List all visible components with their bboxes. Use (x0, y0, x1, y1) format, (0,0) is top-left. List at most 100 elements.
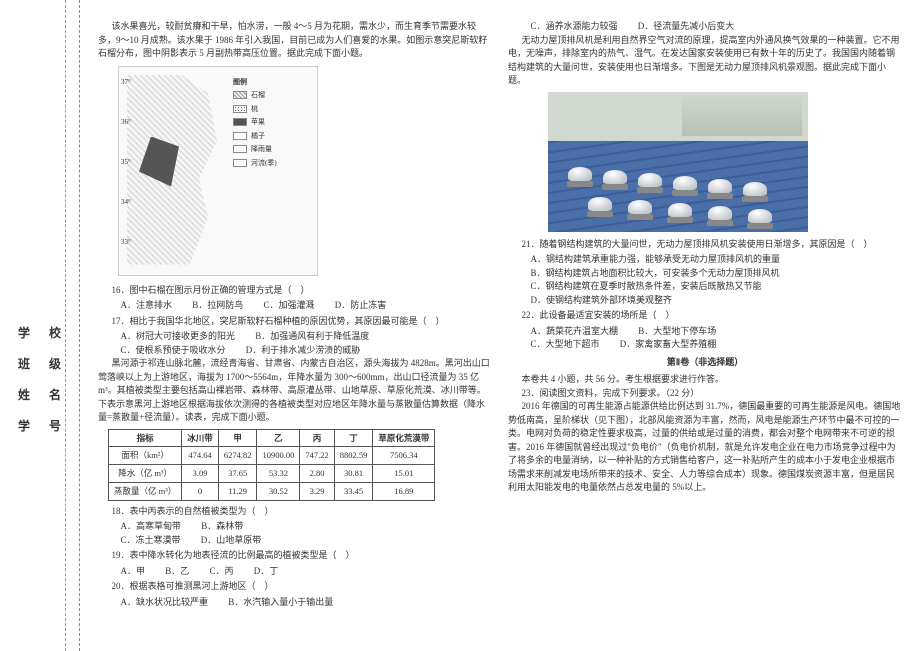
legend-item: 桃 (251, 104, 258, 115)
opt: B．拉网防鸟 (192, 299, 243, 313)
q22-options: A．蔬菜花卉温室大棚 B．大型地下停车场 C．大型地下超市 D．家禽家畜大型养殖… (531, 325, 903, 352)
opt: D．家禽家畜大型养殖棚 (620, 338, 717, 352)
opt: A．树冠大可接收更多的阳光 (121, 330, 236, 344)
legend-item: 河流(季) (251, 158, 277, 169)
q17-options: A．树冠大可接收更多的阳光 B．加强通风有利于降低温度 C．使根系预使于吸收水分… (121, 330, 493, 357)
sidebar-id: 学 号 (18, 417, 79, 434)
q21-options: A．钢结构建筑承重能力强，能够承受无动力屋顶排风机的重量 B．钢结构建筑占地面积… (531, 253, 903, 307)
table-header-row: 指标 冰川带 甲 乙 丙 丁 草原化荒漠带 (109, 429, 435, 447)
lat-label: 35° (121, 157, 131, 168)
sidebar-name: 姓 名 (18, 386, 79, 403)
td: 3.09 (182, 465, 219, 483)
tunisia-map: 37° 36° 35° 34° 33° 图例 石榴 桃 苹果 橘子 降雨量 河流… (118, 66, 318, 276)
table-row: 蒸散量（亿 m³） 0 11.29 30.52 3.29 33.45 16.89 (109, 482, 435, 500)
opt: A．蔬菜花卉温室大棚 (531, 325, 619, 339)
opt: B．加强通风有利于降低温度 (255, 330, 369, 344)
sidebar-class: 班 级 (18, 355, 79, 372)
left-column: 该水果喜光，较耐贫瘠和干旱，怕水涝，一般 4～5 月为花期，需水少，而生育季节需… (90, 20, 500, 631)
td: 474.64 (182, 447, 219, 465)
q19-stem: 19．表中降水转化为地表径流的比例最高的植被类型是（ ） (112, 549, 493, 563)
vent-icon (628, 200, 652, 220)
td: 降水（亿 m³） (109, 465, 182, 483)
td: 16.89 (373, 482, 435, 500)
q20-options-cont: C．涵养水源能力较强 D．径流量先减小后变大 (531, 20, 903, 34)
td: 11.29 (218, 482, 257, 500)
q20-stem: 20．根据表格可推测黑河上游地区（ ） (112, 580, 493, 594)
opt: B．钢结构建筑占地面积比较大，可安装多个无动力屋顶排风机 (531, 267, 903, 281)
td: 面积（km²） (109, 447, 182, 465)
td: 30.52 (257, 482, 300, 500)
vent-icon (668, 203, 692, 223)
td: 30.81 (334, 465, 373, 483)
opt: A．注意排水 (121, 299, 173, 313)
opt: C．大型地下超市 (531, 338, 600, 352)
td: 37.65 (218, 465, 257, 483)
legend-title: 图例 (233, 77, 313, 88)
part2-title: 第Ⅱ卷（非选择题） (508, 356, 902, 370)
th: 丙 (300, 429, 334, 447)
td: 10900.00 (257, 447, 300, 465)
vent-icon (588, 197, 612, 217)
q20-options: A．缺水状况比较严重 B．水汽输入量小于输出量 (121, 596, 493, 610)
vent-icon (748, 209, 772, 229)
th: 丁 (334, 429, 373, 447)
opt: D．使钢结构建筑外部环境美观整齐 (531, 294, 903, 308)
td: 0 (182, 482, 219, 500)
q16-stem: 16．图中石榴在图示月份正确的管理方式是（ ） (112, 284, 493, 298)
roof-vent-photo (548, 92, 808, 232)
q23-head: 23．阅读图文资料，完成下列要求。（22 分） (508, 387, 902, 401)
opt: B．森林带 (201, 520, 243, 534)
td: 33.45 (334, 482, 373, 500)
photo-building (682, 96, 802, 136)
heihe-context: 黑河源于祁连山脉北麓，流经青海省、甘肃省、内蒙古自治区，源头海拔为 4828m。… (98, 357, 492, 425)
q22-stem: 22．此设备最适宜安装的场所是（ ） (522, 309, 903, 323)
q19-options: A．甲 B．乙 C．丙 D．丁 (121, 565, 493, 579)
right-column: C．涵养水源能力较强 D．径流量先减小后变大 无动力屋顶排风机是利用自然界空气对… (500, 20, 910, 631)
fruit-intro: 该水果喜光，较耐贫瘠和干旱，怕水涝，一般 4～5 月为花期，需水少，而生育季节需… (98, 20, 492, 61)
part2-note: 本卷共 4 小题，共 56 分。考生根据要求进行作答。 (508, 373, 902, 387)
legend-item: 降雨量 (251, 144, 272, 155)
legend-item: 橘子 (251, 131, 265, 142)
vent-icon (743, 182, 767, 202)
opt: A．缺水状况比较严重 (121, 596, 209, 610)
opt: C．丙 (210, 565, 234, 579)
opt: C．加强灌溉 (264, 299, 315, 313)
q16-options: A．注意排水 B．拉网防鸟 C．加强灌溉 D．防止冻害 (121, 299, 493, 313)
legend-item: 苹果 (251, 117, 265, 128)
q23-body: 2016 年德国的可再生能源占能源供给比例达到 31.7%，德国最重要的可再生能… (508, 400, 902, 495)
opt: A．高寒草甸带 (121, 520, 182, 534)
td: 15.01 (373, 465, 435, 483)
td: 6274.82 (218, 447, 257, 465)
table-row: 面积（km²） 474.64 6274.82 10900.00 747.22 8… (109, 447, 435, 465)
opt: C．使根系预使于吸收水分 (121, 344, 226, 358)
binding-sidebar: 学 校 班 级 姓 名 学 号 (0, 0, 80, 651)
opt: B．大型地下停车场 (638, 325, 716, 339)
td: 7506.34 (373, 447, 435, 465)
td: 3.29 (300, 482, 334, 500)
td: 53.32 (257, 465, 300, 483)
opt: D．防止冻害 (335, 299, 387, 313)
vent-icon (673, 176, 697, 196)
opt: A．钢结构建筑承重能力强，能够承受无动力屋顶排风机的重量 (531, 253, 903, 267)
opt: D．丁 (254, 565, 279, 579)
q21-stem: 21．随着钢结构建筑的大量问世，无动力屋顶排风机安装使用日渐增多，其原因是（ ） (522, 238, 903, 252)
th: 乙 (257, 429, 300, 447)
lat-label: 33° (121, 237, 131, 248)
vent-icon (708, 179, 732, 199)
lat-label: 34° (121, 197, 131, 208)
q18-options: A．高寒草甸带 B．森林带 C．冻土寒漠带 D．山地草原带 (121, 520, 493, 547)
lat-label: 37° (121, 77, 131, 88)
q17-stem: 17．相比于我国华北地区，突尼斯软籽石榴种植的原因优势，其原因最可能是（ ） (112, 315, 493, 329)
opt: C．冻土寒漠带 (121, 534, 181, 548)
vent-icon (638, 173, 662, 193)
opt: D．山地草原带 (201, 534, 262, 548)
opt: D．径流量先减小后变大 (638, 20, 735, 34)
vegetation-table: 指标 冰川带 甲 乙 丙 丁 草原化荒漠带 面积（km²） 474.64 627… (108, 429, 435, 501)
opt: A．甲 (121, 565, 146, 579)
table-row: 降水（亿 m³） 3.09 37.65 53.32 2.80 30.81 15.… (109, 465, 435, 483)
td: 2.80 (300, 465, 334, 483)
td: 8802.59 (334, 447, 373, 465)
q18-stem: 18．表中丙表示的自然植被类型为（ ） (112, 505, 493, 519)
legend-item: 石榴 (251, 90, 265, 101)
td: 蒸散量（亿 m³） (109, 482, 182, 500)
